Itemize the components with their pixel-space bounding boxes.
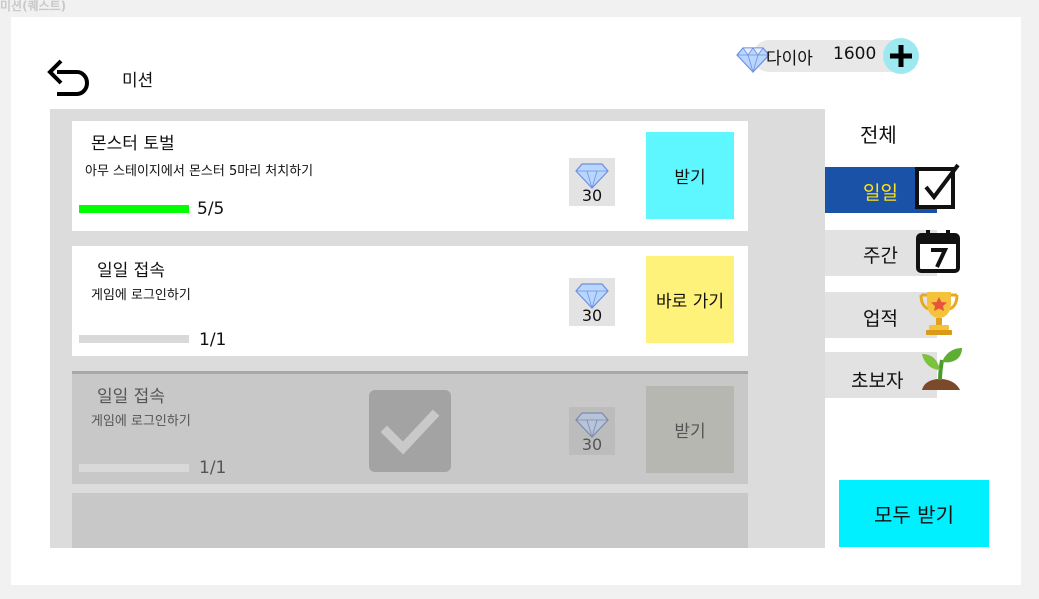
mission-description: 게임에 로그인하기: [91, 288, 191, 303]
page-title: 미션: [122, 71, 154, 91]
reward-amount: 30: [581, 306, 603, 325]
trophy-icon: [919, 292, 959, 335]
mission-card-completed: 일일 접속 게임에 로그인하기 1/1 30 받기: [72, 371, 748, 484]
mission-list[interactable]: 몬스터 토벌 아무 스테이지에서 몬스터 5마리 처치하기 5/5 30 받기 …: [50, 109, 825, 548]
calendar-icon: [916, 230, 960, 273]
sprout-icon: [922, 348, 962, 390]
mission-title: 몬스터 토벌: [91, 134, 175, 154]
mission-card-placeholder: [72, 493, 748, 548]
tab-label: 일일: [863, 182, 898, 204]
check-box-icon: [915, 163, 960, 209]
completed-check-icon: [369, 390, 451, 472]
reward-amount: 30: [581, 186, 603, 205]
reward-box: 30: [569, 158, 615, 206]
back-arrow-icon[interactable]: [47, 58, 93, 98]
tab-label: 주간: [863, 245, 898, 267]
claim-button[interactable]: 받기: [646, 386, 734, 473]
add-currency-button[interactable]: [883, 38, 919, 74]
reward-box: 30: [569, 278, 615, 326]
progress-bar: [79, 205, 189, 213]
progress-text: 1/1: [199, 330, 227, 350]
go-button[interactable]: 바로 가기: [646, 256, 734, 343]
progress-text: 5/5: [197, 199, 225, 219]
currency-value: 1600: [833, 44, 877, 64]
currency-label: 다이아: [766, 49, 813, 69]
mission-description: 게임에 로그인하기: [91, 414, 191, 429]
claim-all-button[interactable]: 모두 받기: [839, 480, 989, 547]
mission-title: 일일 접속: [97, 387, 165, 407]
tab-label: 업적: [863, 308, 898, 330]
mission-card: 몬스터 토벌 아무 스테이지에서 몬스터 5마리 처치하기 5/5 30 받기: [72, 121, 748, 231]
progress-bar: [79, 464, 189, 472]
reward-amount: 30: [581, 435, 603, 454]
progress-bar: [79, 335, 189, 343]
currency-display: 다이아 1600: [735, 38, 925, 74]
plus-icon: [890, 45, 912, 67]
mission-description: 아무 스테이지에서 몬스터 5마리 처치하기: [85, 164, 314, 179]
tab-label: 초보자: [851, 370, 904, 392]
claim-button[interactable]: 받기: [646, 132, 734, 219]
mission-card: 일일 접속 게임에 로그인하기 1/1 30 바로 가기: [72, 246, 748, 356]
frame-label: 미션(퀘스트): [0, 0, 67, 13]
reward-box: 30: [569, 407, 615, 455]
mission-title: 일일 접속: [97, 261, 165, 281]
progress-text: 1/1: [199, 458, 227, 478]
tab-all[interactable]: 전체: [860, 119, 897, 148]
progress-fill: [79, 205, 189, 213]
